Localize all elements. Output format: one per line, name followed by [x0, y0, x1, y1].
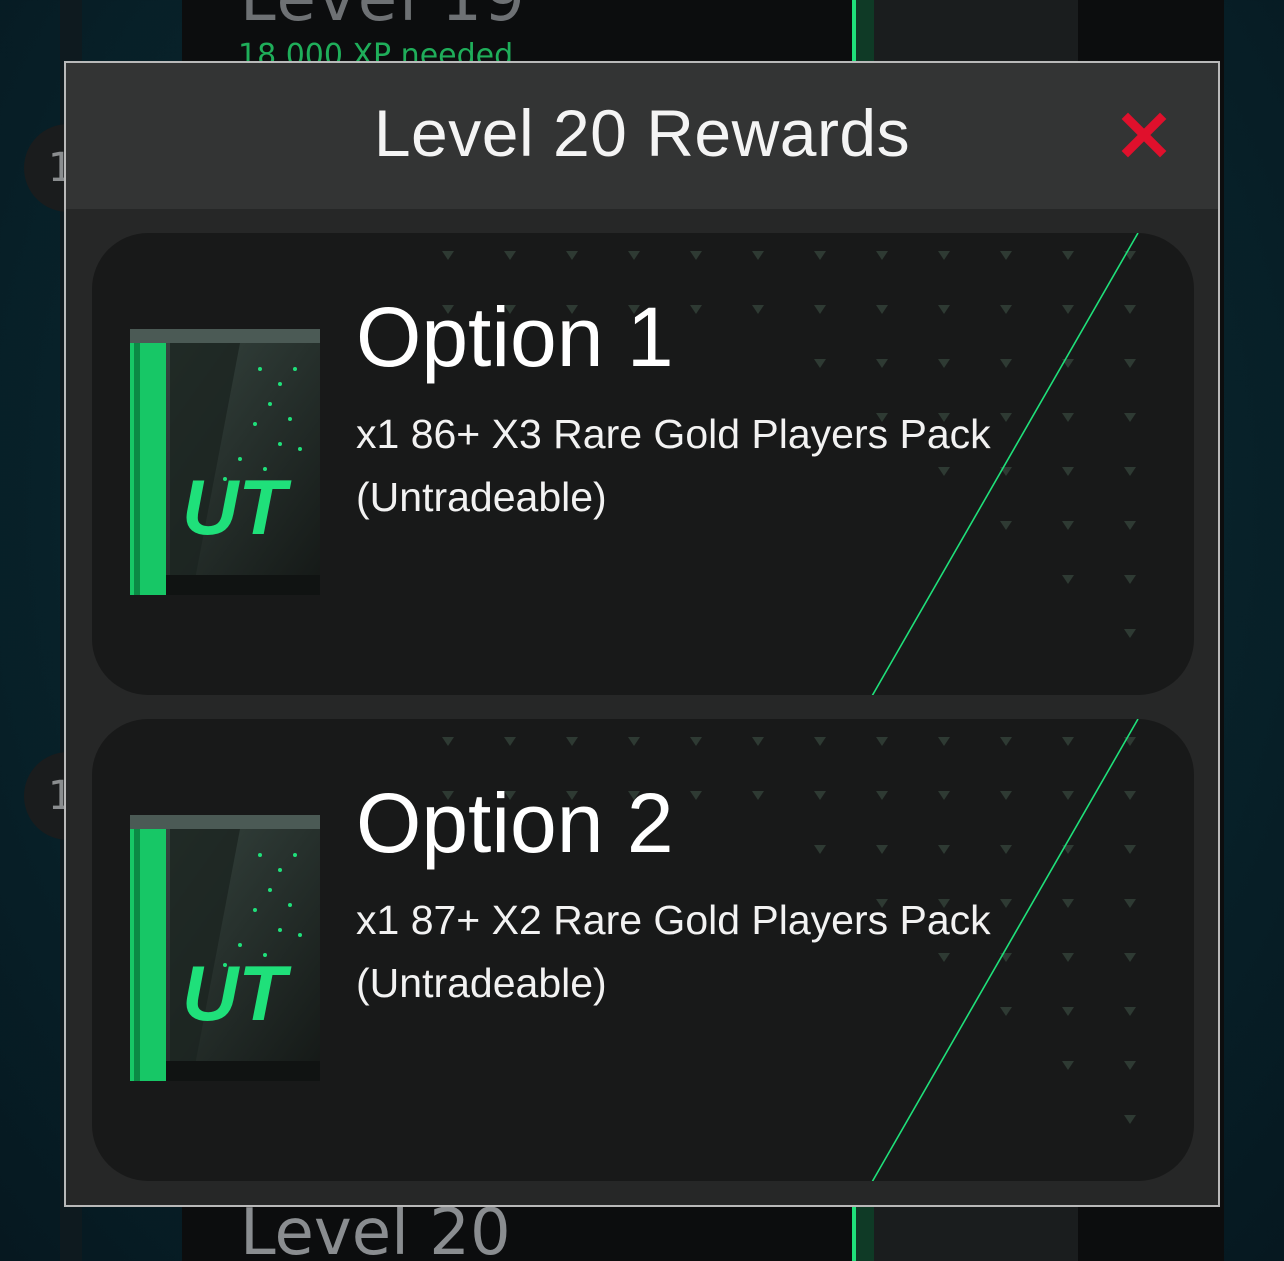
pack-logo-text: UT	[182, 463, 292, 551]
option-description: x1 87+ X2 Rare Gold Players Pack (Untrad…	[356, 897, 991, 1006]
pattern-triangle	[1062, 737, 1074, 746]
pattern-triangle	[690, 305, 702, 314]
pattern-triangle	[1124, 1007, 1136, 1016]
pattern-triangle	[752, 251, 764, 260]
pattern-triangle	[814, 737, 826, 746]
option-title: Option 2	[356, 776, 674, 870]
pattern-triangle	[1124, 521, 1136, 530]
pattern-triangle	[938, 845, 950, 854]
pattern-triangle	[938, 251, 950, 260]
pattern-triangle	[752, 791, 764, 800]
pattern-triangle	[876, 737, 888, 746]
pattern-triangle	[1124, 953, 1136, 962]
pattern-triangle	[566, 251, 578, 260]
pattern-triangle	[814, 791, 826, 800]
pattern-triangle	[1062, 791, 1074, 800]
pattern-triangle	[504, 251, 516, 260]
close-x-icon	[1121, 112, 1167, 158]
pattern-triangle	[1124, 575, 1136, 584]
option-title: Option 1	[356, 290, 674, 384]
reward-option-card[interactable]: UT Option 2 x1 87+ X2 Rare Gold Players …	[92, 719, 1194, 1181]
pattern-triangle	[938, 737, 950, 746]
pattern-triangle	[504, 737, 516, 746]
modal-title: Level 20 Rewards	[373, 96, 911, 170]
pattern-triangle	[1062, 1061, 1074, 1070]
pattern-triangle	[1000, 737, 1012, 746]
close-button[interactable]	[1120, 111, 1168, 159]
pattern-triangle	[628, 251, 640, 260]
pattern-triangle	[938, 791, 950, 800]
pattern-triangle	[876, 359, 888, 368]
ut-pack-icon: UT	[130, 329, 320, 595]
pattern-triangle	[1124, 413, 1136, 422]
pattern-triangle	[1062, 575, 1074, 584]
option-description: x1 86+ X3 Rare Gold Players Pack (Untrad…	[356, 411, 991, 520]
pattern-triangle	[1124, 467, 1136, 476]
pattern-triangle	[876, 845, 888, 854]
modal-header: Level 20 Rewards	[66, 63, 1218, 209]
pattern-triangle	[1124, 1115, 1136, 1124]
pattern-triangle	[1124, 359, 1136, 368]
background-level-title: Level 19	[240, 0, 527, 36]
pack-logo-text: UT	[182, 949, 292, 1037]
pattern-triangle	[814, 251, 826, 260]
pattern-triangle	[690, 737, 702, 746]
pattern-triangle	[1000, 251, 1012, 260]
pattern-triangle	[876, 791, 888, 800]
ut-pack-icon: UT	[130, 815, 320, 1081]
pattern-triangle	[876, 305, 888, 314]
pattern-triangle	[442, 737, 454, 746]
pattern-triangle	[690, 791, 702, 800]
pattern-triangle	[1124, 791, 1136, 800]
pattern-triangle	[1124, 1061, 1136, 1070]
pattern-triangle	[1124, 305, 1136, 314]
pattern-triangle	[1000, 359, 1012, 368]
pattern-triangle	[814, 359, 826, 368]
pattern-triangle	[566, 737, 578, 746]
pattern-triangle	[938, 305, 950, 314]
pattern-triangle	[690, 251, 702, 260]
pattern-triangle	[1124, 629, 1136, 638]
pattern-triangle	[628, 737, 640, 746]
pattern-triangle	[1124, 899, 1136, 908]
pattern-triangle	[442, 251, 454, 260]
pattern-triangle	[814, 305, 826, 314]
pattern-triangle	[752, 305, 764, 314]
rewards-modal: Level 20 Rewards UT Option 1 x1 86+ X3 R…	[64, 61, 1220, 1207]
pattern-triangle	[1000, 791, 1012, 800]
pattern-triangle	[938, 359, 950, 368]
background-pack-thumb	[852, 0, 1078, 62]
pattern-triangle	[876, 251, 888, 260]
reward-option-card[interactable]: UT Option 1 x1 86+ X3 Rare Gold Players …	[92, 233, 1194, 695]
background-pack-thumb	[852, 1206, 1078, 1261]
pattern-triangle	[752, 737, 764, 746]
pattern-triangle	[814, 845, 826, 854]
pattern-triangle	[1062, 251, 1074, 260]
pattern-triangle	[1000, 845, 1012, 854]
pattern-triangle	[1000, 305, 1012, 314]
pattern-triangle	[1124, 845, 1136, 854]
pattern-triangle	[1062, 305, 1074, 314]
